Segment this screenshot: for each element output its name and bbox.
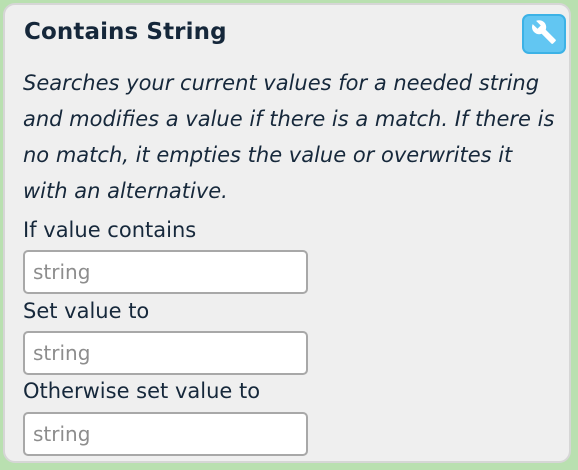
- if-value-contains-input[interactable]: [23, 250, 308, 294]
- otherwise-set-value-to-input[interactable]: [23, 412, 308, 456]
- contains-string-card: Contains String Searches your current va…: [3, 3, 571, 463]
- if-value-contains-label: If value contains: [23, 218, 197, 242]
- settings-button[interactable]: [522, 14, 566, 54]
- card-title: Contains String: [24, 19, 227, 45]
- wrench-icon: [531, 19, 557, 49]
- set-value-to-input[interactable]: [23, 331, 308, 375]
- card-description: Searches your current values for a neede…: [23, 71, 555, 203]
- set-value-to-label: Set value to: [23, 299, 150, 323]
- otherwise-set-value-to-label: Otherwise set value to: [23, 379, 261, 403]
